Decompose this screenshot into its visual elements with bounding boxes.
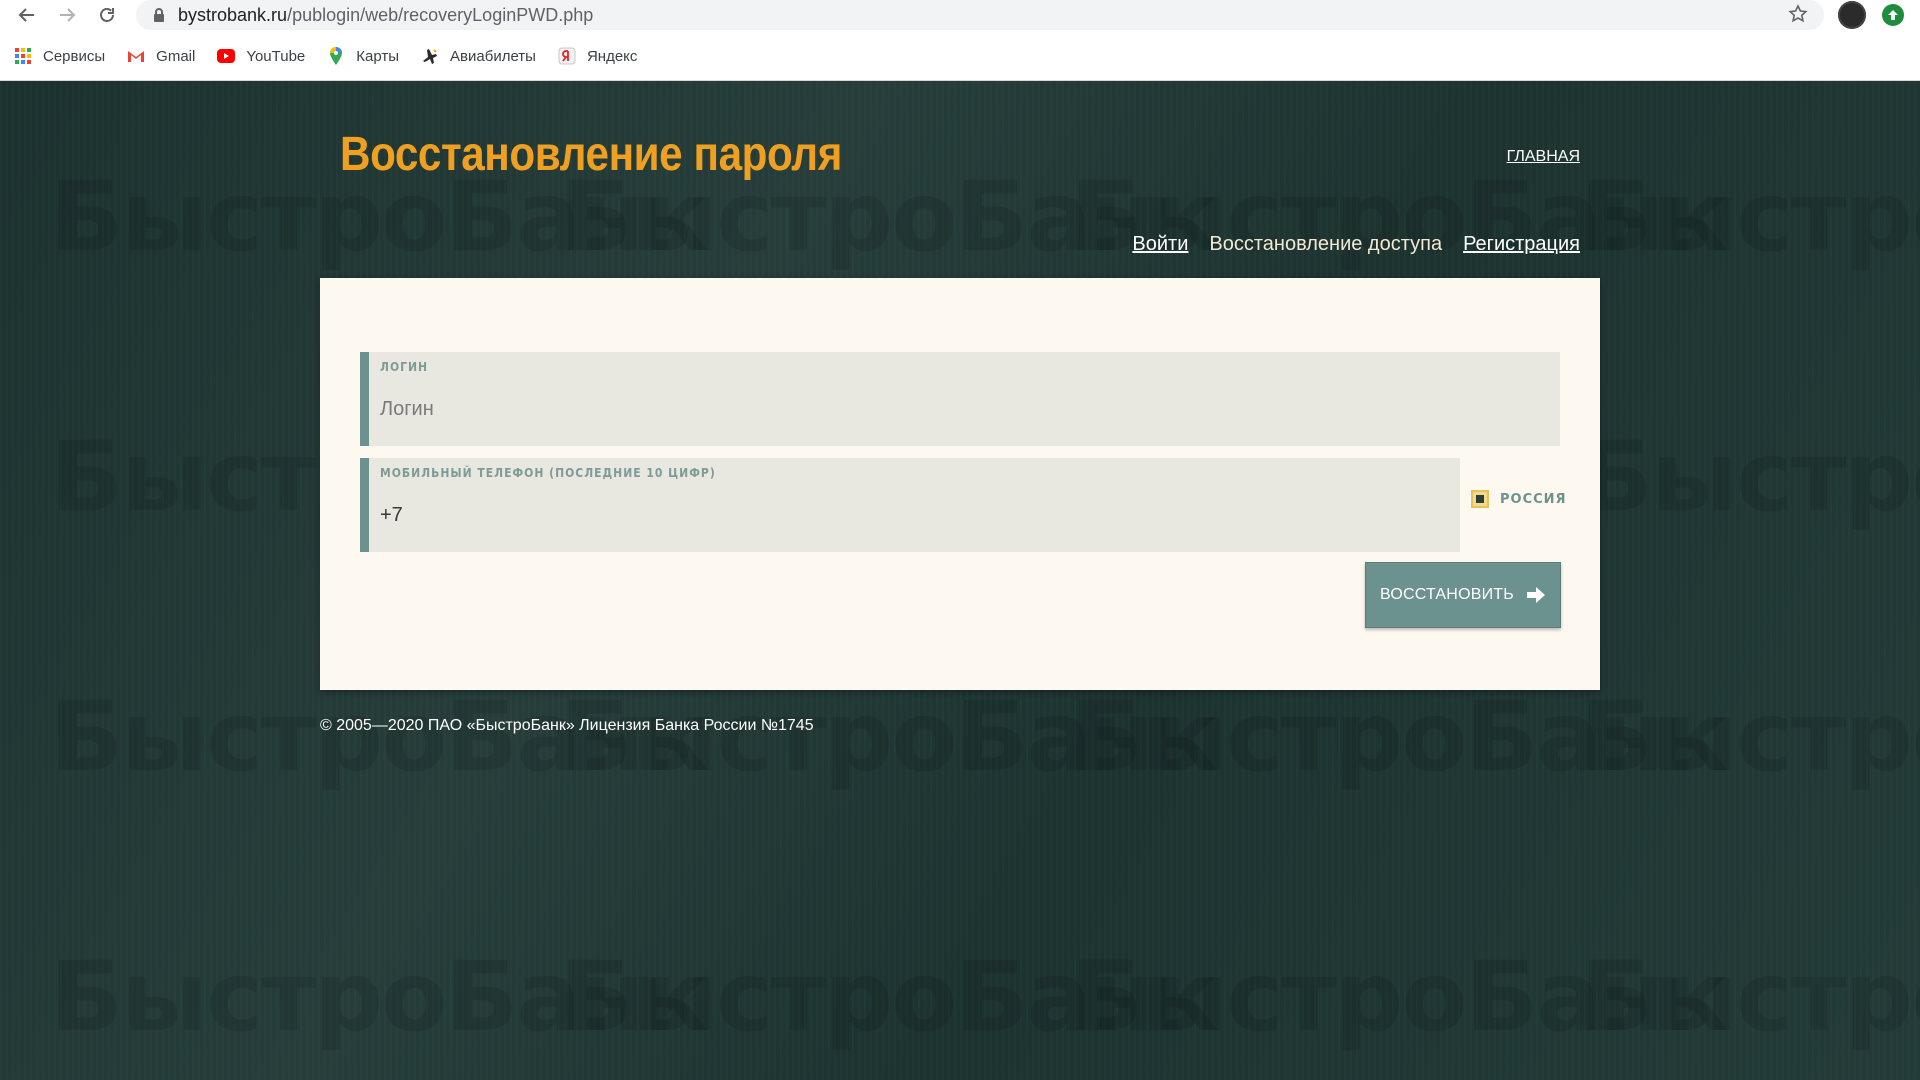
restore-button-label: ВОССТАНОВИТЬ [1380, 586, 1514, 603]
apps-grid-icon [14, 47, 32, 65]
gmail-icon [127, 47, 145, 65]
phone-input[interactable] [380, 504, 1441, 527]
login-input[interactable] [380, 398, 1541, 421]
bookmark-youtube[interactable]: YouTube [217, 47, 305, 65]
bookmark-services[interactable]: Сервисы [14, 47, 105, 65]
phone-field[interactable]: МОБИЛЬНЫЙ ТЕЛЕФОН (ПОСЛЕДНИЕ 10 ЦИФР) [360, 458, 1460, 552]
tab-access-recovery[interactable]: Восстановление доступа [1209, 233, 1442, 256]
bookmark-label: Gmail [156, 47, 196, 65]
lock-icon [152, 7, 166, 27]
tab-registration[interactable]: Регистрация [1463, 233, 1580, 256]
country-label: РОССИЯ [1500, 491, 1567, 507]
plane-icon [421, 47, 439, 65]
forward-arrow-icon [60, 8, 76, 22]
back-arrow-icon [18, 8, 34, 22]
bookmark-star-icon[interactable] [1788, 4, 1808, 28]
reload-icon [100, 8, 114, 22]
bookmark-gmail[interactable]: Gmail [127, 47, 195, 65]
login-field-label: ЛОГИН [380, 360, 429, 374]
watermark-text: БыстроБанк [1070, 161, 1729, 273]
arrow-right-icon [1526, 587, 1545, 603]
home-link[interactable]: ГЛАВНАЯ [1507, 148, 1580, 166]
update-extension-icon[interactable] [1882, 4, 1904, 26]
bookmark-label: Сервисы [43, 47, 106, 65]
auth-tabs: Войти Восстановление доступа Регистрация [1111, 233, 1580, 256]
watermark-text: БыстроБанк [1580, 681, 1920, 793]
profile-avatar[interactable] [1838, 1, 1866, 29]
phone-field-label: МОБИЛЬНЫЙ ТЕЛЕФОН (ПОСЛЕДНИЕ 10 ЦИФР) [380, 466, 716, 480]
footer-copyright: © 2005—2020 ПАО «БыстроБанк» Лицензия Ба… [320, 717, 814, 734]
bookmark-maps[interactable]: Карты [327, 47, 399, 65]
bookmark-label: Яндекс [586, 47, 638, 65]
watermark-text: БыстроБанк [1580, 161, 1920, 273]
watermark-text: БыстроБанк [1580, 421, 1920, 533]
page-background: БыстроБанк БыстроБанк БыстроБанк БыстроБ… [0, 81, 1920, 1080]
watermark-text: БыстроБанк [50, 681, 709, 793]
page-title: Восстановление пароля [340, 128, 842, 181]
browser-chrome: bystrobank.ru/publogin/web/recoveryLogin… [0, 0, 1920, 81]
youtube-icon [217, 47, 236, 65]
bookmark-label: YouTube [246, 47, 306, 65]
watermark-text: БыстроБанк [50, 941, 709, 1053]
bookmark-yandex[interactable]: Яндекс [558, 47, 637, 65]
watermark-text: БыстроБанк [1580, 941, 1920, 1053]
checkbox-checked-icon [1471, 490, 1489, 508]
watermark-text: БыстроБанк [560, 681, 1219, 793]
login-field[interactable]: ЛОГИН [360, 352, 1560, 446]
reload-button[interactable] [94, 2, 120, 28]
bookmark-label: Карты [356, 47, 400, 65]
url-path: /publogin/web/recoveryLoginPWD.php [287, 5, 594, 25]
watermark-text: БыстроБанк [560, 941, 1219, 1053]
yandex-icon [558, 47, 576, 65]
forward-button[interactable] [54, 2, 80, 28]
country-russia-checkbox[interactable]: РОССИЯ [1471, 490, 1567, 508]
address-bar[interactable]: bystrobank.ru/publogin/web/recoveryLogin… [136, 0, 1824, 30]
bookmark-label: Авиабилеты [450, 47, 536, 65]
recovery-form-card: ЛОГИН МОБИЛЬНЫЙ ТЕЛЕФОН (ПОСЛЕДНИЕ 10 ЦИ… [320, 278, 1600, 690]
bookmark-flights[interactable]: Авиабилеты [421, 47, 536, 65]
url-host: bystrobank.ru [178, 5, 288, 25]
restore-button[interactable]: ВОССТАНОВИТЬ [1365, 562, 1561, 628]
back-button[interactable] [14, 2, 40, 28]
watermark-text: БыстроБанк [1070, 941, 1729, 1053]
tab-login[interactable]: Войти [1132, 233, 1188, 256]
maps-pin-icon [327, 47, 345, 65]
bookmarks-bar: Сервисы Gmail YouTube Карты Авиабилеты Я… [14, 44, 659, 68]
watermark-text: БыстроБанк [1070, 681, 1729, 793]
url-text: bystrobank.ru/publogin/web/recoveryLogin… [178, 5, 593, 26]
